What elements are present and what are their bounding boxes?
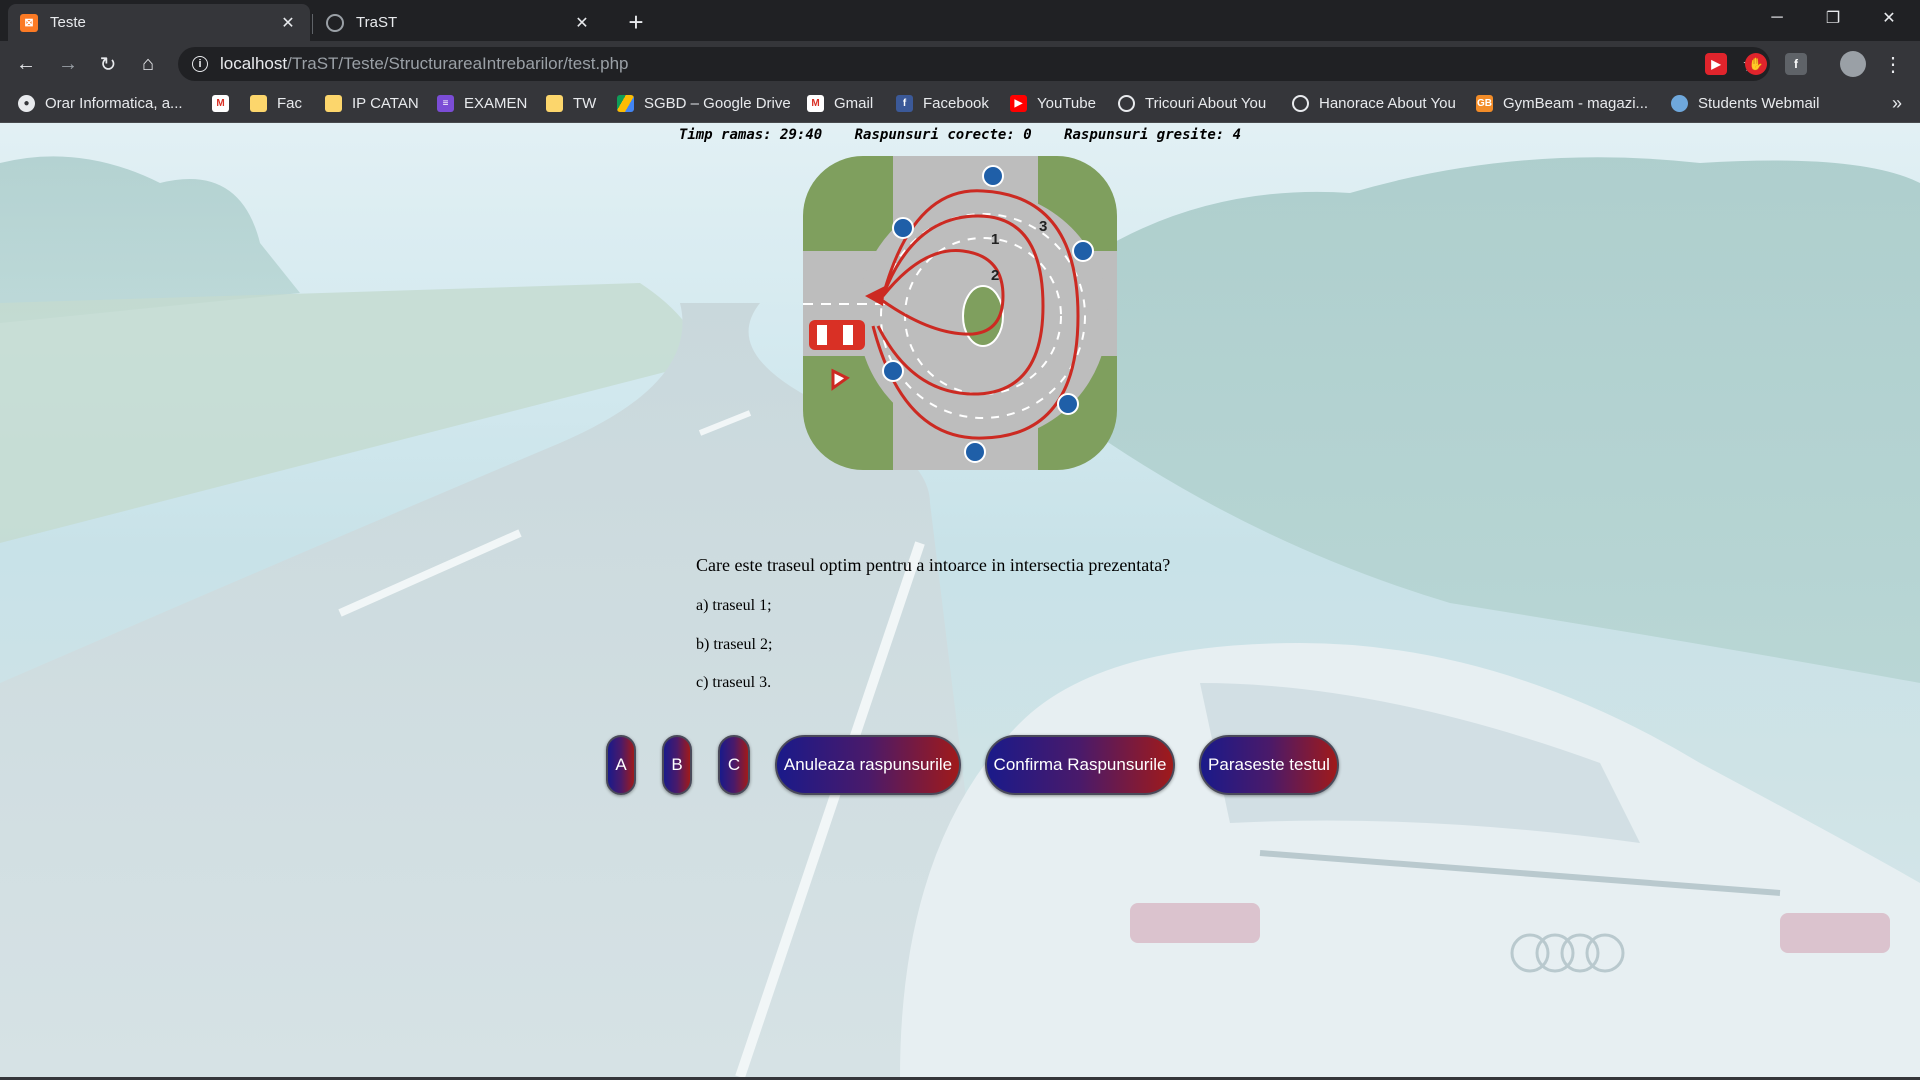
tab-title: TraST bbox=[356, 14, 398, 31]
folder-icon bbox=[325, 95, 342, 112]
time-remaining: Timp ramas: 29:40 bbox=[678, 127, 823, 143]
reload-icon[interactable]: ↻ bbox=[92, 48, 124, 80]
bookmark-label: Students Webmail bbox=[1698, 95, 1820, 112]
bookmark-label: EXAMEN bbox=[464, 95, 528, 112]
bookmark-label: TW bbox=[573, 95, 597, 112]
close-tab-icon[interactable]: ✕ bbox=[278, 13, 298, 33]
route-label-3: 3 bbox=[1039, 218, 1047, 235]
extension-adblock-icon[interactable]: ✋ bbox=[1745, 53, 1767, 75]
bookmark-label: GymBeam - magazi... bbox=[1503, 95, 1649, 112]
aboutyou-icon bbox=[1292, 95, 1309, 112]
close-tab-icon[interactable]: ✕ bbox=[572, 13, 592, 33]
bookmark-label: Orar Informatica, a... bbox=[45, 95, 183, 112]
answer-b: b) traseul 2; bbox=[696, 636, 773, 653]
tab-trast[interactable]: TraST ✕ bbox=[314, 4, 604, 41]
bookmark-tw[interactable]: TW bbox=[546, 95, 596, 112]
route-label-2: 2 bbox=[991, 267, 999, 284]
leave-test-button[interactable]: Paraseste testul bbox=[1199, 735, 1339, 795]
forward-icon[interactable]: → bbox=[52, 48, 84, 80]
tab-divider bbox=[312, 14, 313, 34]
bookmark-ip-catan[interactable]: IP CATAN bbox=[325, 95, 419, 112]
bookmark-label: IP CATAN bbox=[352, 95, 419, 112]
answer-c: c) traseul 3. bbox=[696, 674, 772, 691]
menu-icon[interactable]: ⋮ bbox=[1877, 48, 1909, 80]
minimize-icon[interactable]: ─ bbox=[1754, 0, 1800, 36]
folder-icon bbox=[250, 95, 267, 112]
bookmark-examen[interactable]: ≡ EXAMEN bbox=[437, 95, 527, 112]
page-viewport: Timp ramas: 29:40 Raspunsuri corecte: 0 … bbox=[0, 123, 1920, 1077]
bookmark-youtube[interactable]: ▶ YouTube bbox=[1010, 95, 1096, 112]
restore-icon[interactable]: ❐ bbox=[1810, 0, 1856, 36]
back-icon[interactable]: ← bbox=[10, 48, 42, 80]
home-icon[interactable]: ⌂ bbox=[132, 48, 164, 80]
tab-strip: ⊠ Teste ✕ TraST ✕ + ─ ❐ ✕ bbox=[0, 0, 1920, 41]
url-host: localhost bbox=[220, 54, 288, 73]
tab-title: Teste bbox=[50, 14, 86, 31]
answer-a: a) traseul 1; bbox=[696, 597, 772, 614]
folder-icon bbox=[546, 95, 563, 112]
list-icon: ≡ bbox=[437, 95, 454, 112]
bookmark-orar[interactable]: ● Orar Informatica, a... bbox=[18, 95, 183, 112]
bookmark-label: Facebook bbox=[923, 95, 989, 112]
answer-b-button[interactable]: B bbox=[662, 735, 692, 795]
drive-icon bbox=[617, 95, 634, 112]
gymbeam-icon: GB bbox=[1476, 95, 1493, 112]
bookmark-webmail[interactable]: Students Webmail bbox=[1671, 95, 1819, 112]
bookmark-label: YouTube bbox=[1037, 95, 1096, 112]
site-info-icon[interactable]: i bbox=[192, 56, 208, 72]
url-path: /TraST/Teste/StructurareaIntrebarilor/te… bbox=[287, 54, 629, 73]
answer-c-button[interactable]: C bbox=[718, 735, 750, 795]
bookmark-label: Tricouri About You bbox=[1145, 95, 1267, 112]
avatar[interactable] bbox=[1840, 51, 1866, 77]
extension-red-icon[interactable]: ▶ bbox=[1705, 53, 1727, 75]
gmail-icon: M bbox=[807, 95, 824, 112]
bookmark-label: SGBD – Google Drive bbox=[644, 95, 791, 112]
gmail-icon: M bbox=[212, 95, 229, 112]
bookmark-gmail-1[interactable]: M bbox=[212, 95, 239, 112]
new-tab-button[interactable]: + bbox=[620, 6, 652, 38]
question-text: Care este traseul optim pentru a intoarc… bbox=[696, 555, 1171, 575]
answer-a-button[interactable]: A bbox=[606, 735, 636, 795]
roundabout-diagram: 1 2 3 bbox=[803, 156, 1117, 470]
facebook-icon: f bbox=[896, 95, 913, 112]
confirm-answers-button[interactable]: Confirma Raspunsurile bbox=[985, 735, 1175, 795]
bookmark-fac[interactable]: Fac bbox=[250, 95, 302, 112]
bookmark-gymbeam[interactable]: GB GymBeam - magazi... bbox=[1476, 95, 1648, 112]
bookmark-label: Gmail bbox=[834, 95, 874, 112]
facebook-extension-icon[interactable]: f bbox=[1785, 53, 1807, 75]
bookmark-tricouri[interactable]: Tricouri About You bbox=[1118, 95, 1266, 112]
wrong-count: Raspunsuri gresite: 4 bbox=[1064, 127, 1242, 143]
bookmark-label: Hanorace About You bbox=[1319, 95, 1456, 112]
webmail-icon bbox=[1671, 95, 1688, 112]
bookmark-sgbd-drive[interactable]: SGBD – Google Drive bbox=[617, 95, 791, 112]
tab-teste[interactable]: ⊠ Teste ✕ bbox=[8, 4, 310, 41]
address-bar[interactable]: i localhost/TraST/Teste/StructurareaIntr… bbox=[178, 47, 1770, 81]
correct-count: Raspunsuri corecte: 0 bbox=[854, 127, 1032, 143]
route-label-1: 1 bbox=[991, 231, 999, 248]
bookmarks-bar: ● Orar Informatica, a... M Fac IP CATAN … bbox=[0, 87, 1920, 123]
bookmarks-overflow-icon[interactable]: » bbox=[1892, 93, 1902, 114]
youtube-icon: ▶ bbox=[1010, 95, 1027, 112]
test-status-line: Timp ramas: 29:40 Raspunsuri corecte: 0 … bbox=[0, 127, 1920, 143]
toolbar: ← → ↻ ⌂ i localhost/TraST/Teste/Structur… bbox=[0, 41, 1920, 87]
bookmark-label: Fac bbox=[277, 95, 303, 112]
orar-icon: ● bbox=[18, 95, 35, 112]
globe-icon bbox=[326, 13, 344, 32]
bookmark-hanorace[interactable]: Hanorace About You bbox=[1292, 95, 1456, 112]
xampp-icon: ⊠ bbox=[20, 13, 38, 32]
bookmark-facebook[interactable]: f Facebook bbox=[896, 95, 989, 112]
cancel-answers-button[interactable]: Anuleaza raspunsurile bbox=[775, 735, 961, 795]
bookmark-gmail-2[interactable]: M Gmail bbox=[807, 95, 873, 112]
close-window-icon[interactable]: ✕ bbox=[1866, 0, 1912, 36]
aboutyou-icon bbox=[1118, 95, 1135, 112]
